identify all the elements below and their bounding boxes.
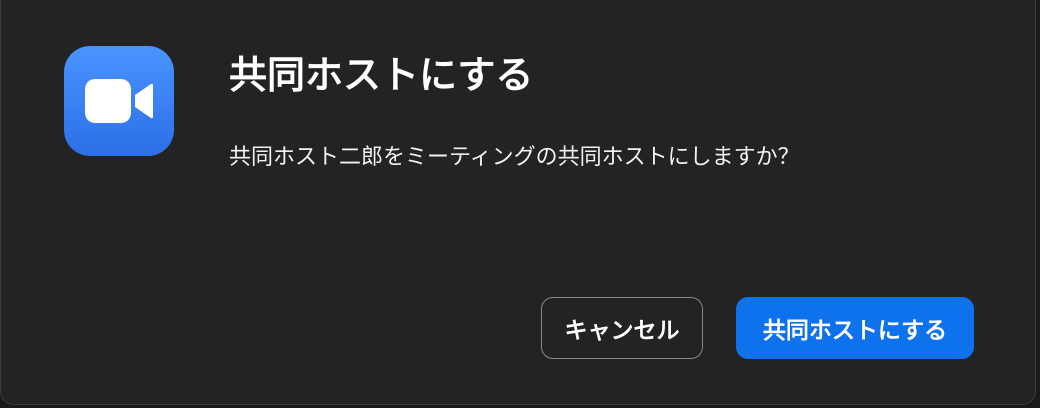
- make-cohost-button[interactable]: 共同ホストにする: [736, 297, 974, 359]
- dialog-message: 共同ホスト二郎をミーティングの共同ホストにしますか？: [229, 145, 800, 170]
- make-cohost-dialog: 共同ホストにする 共同ホスト二郎をミーティングの共同ホストにしますか？ キャンセ…: [0, 0, 1036, 405]
- dialog-title: 共同ホストにする: [229, 53, 534, 97]
- video-camera-icon: [85, 79, 153, 123]
- cancel-button[interactable]: キャンセル: [541, 297, 703, 359]
- zoom-app-icon: [64, 46, 174, 156]
